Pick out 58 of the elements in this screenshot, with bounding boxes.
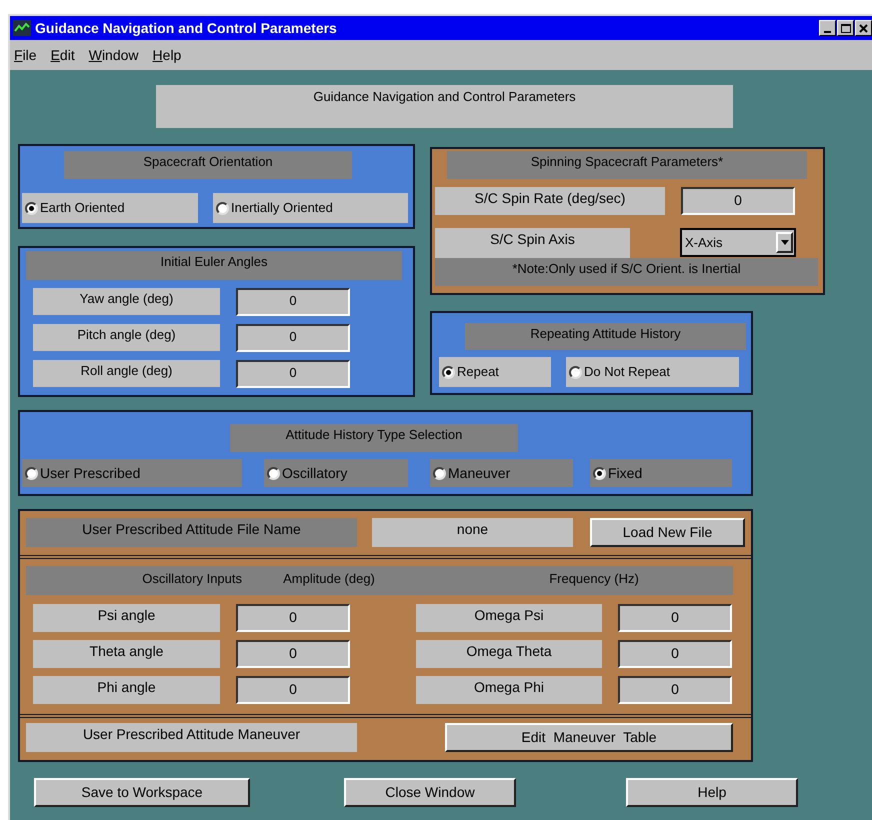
- radio-button[interactable]: Inertially Oriented: [213, 193, 408, 223]
- column-header: Oscillatory Inputs: [141, 570, 242, 588]
- section-title: User Prescribed Attitude File Name: [26, 518, 357, 547]
- input-field[interactable]: 0: [236, 288, 350, 316]
- input-field[interactable]: 0: [236, 676, 350, 704]
- app-icon: [13, 20, 31, 36]
- close-icon: [859, 24, 868, 32]
- field-label: Pitch angle (deg): [33, 324, 220, 351]
- field-label: Roll angle (deg): [33, 360, 220, 387]
- input-field[interactable]: 0: [236, 604, 350, 632]
- input-field[interactable]: 0: [236, 360, 350, 388]
- push-button[interactable]: Help: [626, 778, 798, 807]
- section-title: Spinning Spacecraft Parameters*: [447, 151, 807, 179]
- title-label: Guidance Navigation and Control Parameters: [156, 85, 733, 128]
- section-title: *Note:Only used if S/C Orient. is Inertial: [435, 258, 818, 286]
- radio-button[interactable]: Repeat: [439, 357, 551, 387]
- radio-button[interactable]: Oscillatory: [264, 459, 408, 487]
- radio-button[interactable]: User Prescribed: [22, 459, 242, 487]
- section-title: Spacecraft Orientation: [64, 151, 352, 179]
- input-field[interactable]: 0: [236, 640, 350, 668]
- push-button[interactable]: Close Window: [344, 778, 516, 807]
- menu-item[interactable]: File: [14, 44, 37, 66]
- section-title: Initial Euler Angles: [26, 251, 402, 280]
- radio-button[interactable]: Fixed: [590, 459, 732, 487]
- section-title: Attitude History Type Selection: [230, 424, 518, 452]
- field-label: Yaw angle (deg): [33, 288, 220, 315]
- field-label: Omega Psi: [416, 604, 602, 632]
- input-field[interactable]: 0: [236, 324, 350, 352]
- window-title: Guidance Navigation and Control Parameters: [35, 18, 337, 38]
- push-button[interactable]: Load New File: [590, 518, 745, 547]
- radio-button[interactable]: Earth Oriented: [22, 193, 198, 223]
- close-button[interactable]: [855, 20, 872, 36]
- menu-item[interactable]: Help: [152, 44, 182, 66]
- minimize-button[interactable]: [819, 20, 836, 36]
- input-field[interactable]: 0: [618, 676, 732, 704]
- input-field[interactable]: 0: [681, 187, 795, 215]
- input-field[interactable]: 0: [618, 604, 732, 632]
- field-label: S/C Spin Rate (deg/sec): [435, 187, 665, 215]
- section-title: Repeating Attitude History: [465, 323, 746, 350]
- maximize-button[interactable]: [837, 20, 854, 36]
- push-button[interactable]: Edit Maneuver Table: [445, 723, 733, 752]
- field-label: Omega Theta: [416, 640, 602, 668]
- column-header: Amplitude (deg): [282, 570, 376, 588]
- field-label: none: [372, 518, 573, 547]
- menu-item[interactable]: Window: [88, 44, 139, 66]
- radio-button[interactable]: Do Not Repeat: [566, 357, 739, 387]
- input-field[interactable]: 0: [618, 640, 732, 668]
- radio-button[interactable]: Maneuver: [430, 459, 573, 487]
- column-header: Frequency (Hz): [548, 570, 640, 588]
- field-label: User Prescribed Attitude Maneuver: [26, 723, 357, 752]
- field-label: Psi angle: [33, 604, 220, 632]
- dropdown[interactable]: X-Axis: [680, 228, 796, 257]
- field-label: Phi angle: [33, 676, 220, 704]
- field-label: Omega Phi: [416, 676, 602, 704]
- push-button[interactable]: Save to Workspace: [34, 778, 250, 807]
- field-label: Theta angle: [33, 640, 220, 668]
- field-label: S/C Spin Axis: [435, 228, 630, 258]
- menu-item[interactable]: Edit: [50, 44, 75, 66]
